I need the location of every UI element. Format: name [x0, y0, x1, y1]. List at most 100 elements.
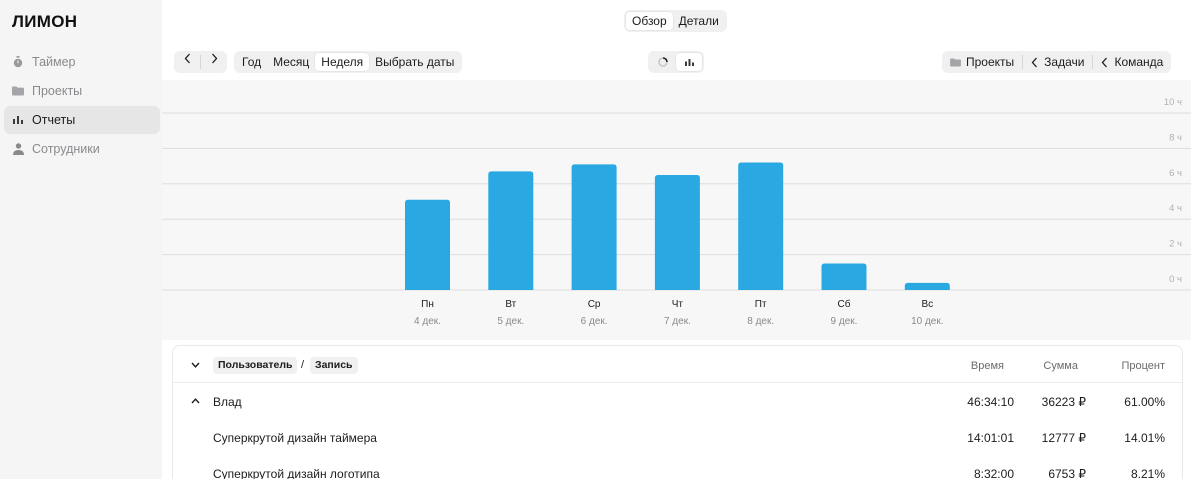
group-user-chip[interactable]: Пользователь [213, 357, 298, 374]
chevron-down-icon [190, 362, 200, 368]
bar-mode-button[interactable] [676, 53, 702, 71]
group-entry-chip[interactable]: Запись [310, 357, 358, 374]
entry-name: Суперкрутой дизайн таймера [213, 431, 377, 445]
x-date-label: 6 дек. [581, 316, 608, 327]
collapse-all-button[interactable] [187, 357, 203, 373]
chart-bar [821, 263, 867, 290]
y-tick-label: 10 ч [1164, 97, 1182, 108]
bar-chart-icon [12, 114, 24, 126]
sidebar-item-label: Проекты [32, 84, 83, 98]
tab-label: Команда [1114, 55, 1164, 69]
chart-bar [654, 174, 700, 290]
entry-time: 8:32:00 [973, 467, 1014, 479]
x-tick-label: Пн [421, 299, 434, 310]
sidebar-item-label: Сотрудники [32, 142, 100, 156]
x-tick-label: Ср [588, 299, 601, 310]
column-header-sum[interactable]: Сумма [1043, 360, 1078, 372]
x-tick-label: Чт [672, 299, 684, 310]
chevron-up-icon [190, 398, 200, 404]
x-date-label: 4 дек. [414, 316, 441, 327]
chevron-left-icon [184, 53, 190, 64]
table-row-user[interactable]: Влад 46:34:10 36223 ₽ 61.00% [173, 383, 1182, 419]
x-tick-label: Сб [838, 298, 851, 310]
y-tick-label: 6 ч [1169, 168, 1182, 179]
tab-label: Задачи [1044, 55, 1085, 69]
table-row[interactable]: Суперкрутой дизайн логотипа 8:32:00 6753… [173, 455, 1182, 479]
chart-bar [488, 171, 534, 290]
view-tabs: Обзор Детали [624, 10, 727, 32]
tab-month[interactable]: Месяц [267, 53, 315, 71]
tab-group-tasks[interactable]: Задачи [1025, 53, 1090, 71]
tab-group-projects[interactable]: Проекты [944, 53, 1020, 71]
x-date-label: 5 дек. [497, 316, 524, 327]
user-name: Влад [213, 395, 242, 409]
app-logo: ЛИМОН [12, 12, 78, 31]
x-tick-label: Вс [921, 299, 933, 310]
sidebar-item-timer[interactable]: Таймер [4, 48, 160, 76]
pie-mode-button[interactable] [650, 53, 676, 71]
table-header: Пользователь / Запись Время Сумма Процен… [173, 346, 1182, 383]
chart-mode-tabs [648, 51, 704, 73]
tab-group-team[interactable]: Команда [1095, 53, 1169, 71]
pie-chart-icon [658, 57, 668, 67]
chart-bar [571, 164, 617, 290]
next-period-button[interactable] [203, 53, 225, 71]
entry-sum: 6753 ₽ [1048, 467, 1086, 479]
prev-period-button[interactable] [176, 53, 198, 71]
tab-overview[interactable]: Обзор [626, 12, 673, 30]
x-date-label: 7 дек. [664, 316, 691, 327]
entry-name: Суперкрутой дизайн логотипа [213, 467, 380, 479]
tab-week[interactable]: Неделя [315, 53, 370, 71]
sidebar-item-label: Таймер [32, 55, 76, 69]
group-separator: / [301, 359, 305, 371]
divider [1022, 55, 1024, 69]
y-tick-label: 8 ч [1169, 132, 1182, 143]
chevron-left-icon [1102, 57, 1108, 67]
sidebar: ЛИМОН Таймер Проекты Отчеты Сотрудники [0, 0, 162, 479]
x-tick-label: Пт [755, 299, 767, 310]
x-tick-label: Вт [505, 299, 516, 310]
chevron-right-icon [211, 53, 217, 64]
sidebar-item-reports[interactable]: Отчеты [4, 106, 160, 134]
chevron-left-icon [1031, 57, 1038, 67]
group-tabs: Проекты Задачи Команда [942, 51, 1172, 73]
x-date-label: 10 дек. [911, 316, 943, 327]
y-tick-label: 2 ч [1169, 239, 1182, 250]
collapse-user-button[interactable] [187, 393, 203, 409]
app-root: ЛИМОН Таймер Проекты Отчеты Сотрудники О… [0, 0, 1191, 479]
divider [1092, 55, 1094, 69]
period-nav [174, 51, 227, 73]
column-header-percent[interactable]: Процент [1121, 360, 1165, 372]
sidebar-item-employees[interactable]: Сотрудники [4, 135, 160, 163]
chart-bar [738, 162, 784, 290]
sidebar-item-projects[interactable]: Проекты [4, 77, 160, 105]
user-time: 46:34:10 [967, 395, 1014, 409]
tab-year[interactable]: Год [236, 53, 267, 71]
y-tick-label: 0 ч [1169, 274, 1182, 285]
x-date-label: 9 дек. [831, 316, 858, 327]
sidebar-nav: Таймер Проекты Отчеты Сотрудники [4, 48, 160, 164]
y-tick-label: 4 ч [1169, 203, 1182, 214]
user-percent: 61.00% [1124, 395, 1165, 409]
chart-bar [405, 199, 450, 290]
user-sum: 36223 ₽ [1041, 395, 1086, 409]
entry-time: 14:01:01 [967, 431, 1014, 445]
timer-icon [12, 56, 24, 68]
column-header-time[interactable]: Время [971, 360, 1004, 372]
divider [200, 55, 201, 69]
entry-percent: 14.01% [1124, 431, 1165, 445]
chart-canvas: 10 ч 8 ч 6 ч 4 ч 2 ч 0 ч Пн 4 дек. Вт 5 дек. Ср 6 д… [162, 97, 1191, 327]
bar-chart: 10 ч 8 ч 6 ч 4 ч 2 ч 0 ч Пн 4 дек. Вт 5 дек. Ср 6 д… [162, 80, 1191, 340]
report-table: Пользователь / Запись Время Сумма Процен… [172, 345, 1183, 479]
bar-chart-icon [684, 58, 694, 66]
period-tabs: Год Месяц Неделя Выбрать даты [234, 51, 463, 73]
sidebar-item-label: Отчеты [32, 113, 76, 127]
tab-pick-dates[interactable]: Выбрать даты [369, 53, 460, 71]
table-row[interactable]: Суперкрутой дизайн таймера 14:01:01 1277… [173, 419, 1182, 455]
tab-label: Проекты [966, 55, 1015, 69]
entry-sum: 12777 ₽ [1041, 431, 1086, 445]
tab-details[interactable]: Детали [673, 12, 725, 30]
folder-icon [950, 57, 961, 67]
x-date-label: 8 дек. [747, 316, 774, 327]
person-icon [12, 143, 24, 155]
